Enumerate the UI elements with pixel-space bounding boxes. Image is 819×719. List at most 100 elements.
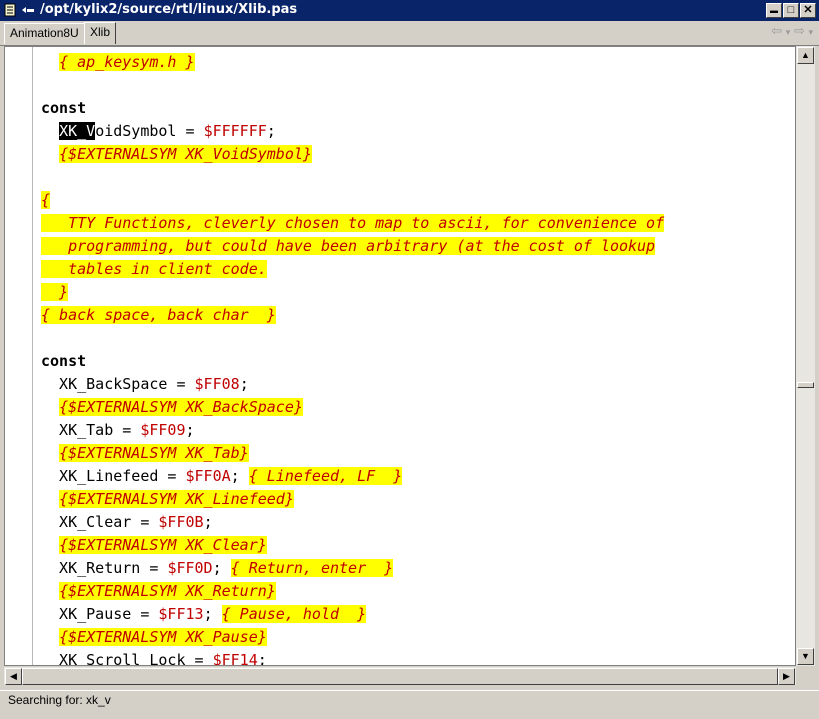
- code-line[interactable]: {: [41, 189, 664, 212]
- code-token: XK_Clear =: [41, 513, 159, 531]
- code-text[interactable]: { ap_keysym.h } const XK_VoidSymbol = $FF…: [41, 51, 665, 666]
- code-line[interactable]: XK_BackSpace = $FF08;: [41, 373, 664, 396]
- code-line[interactable]: XK_Scroll_Lock = $FF14;: [41, 649, 664, 666]
- horizontal-scroll-thumb[interactable]: [22, 668, 778, 685]
- code-comment: {$EXTERNALSYM XK_BackSpace}: [59, 398, 303, 416]
- tab-label: Animation8U: [10, 26, 79, 40]
- code-token: XK_Linefeed =: [41, 467, 186, 485]
- code-comment: { back space, back char }: [41, 306, 276, 324]
- code-comment: TTY Functions, cleverly chosen to map to…: [41, 214, 665, 232]
- status-bar: Searching for: xk_v: [0, 690, 819, 719]
- search-match: XK_V: [59, 122, 96, 140]
- code-token: ;: [257, 651, 267, 666]
- code-line[interactable]: {$EXTERNALSYM XK_Return}: [41, 580, 664, 603]
- code-number: $FFFFFF: [203, 122, 267, 140]
- vertical-scroll-thumb[interactable]: [797, 381, 814, 388]
- code-token: ;: [185, 421, 195, 439]
- code-editor[interactable]: { ap_keysym.h } const XK_VoidSymbol = $FF…: [4, 46, 796, 666]
- code-number: $FF0D: [167, 559, 213, 577]
- code-number: $FF08: [194, 375, 240, 393]
- code-number: $FF09: [140, 421, 186, 439]
- close-button[interactable]: ✕: [800, 3, 816, 18]
- code-line[interactable]: XK_Return = $FF0D; { Return, enter }: [41, 557, 664, 580]
- code-line[interactable]: {$EXTERNALSYM XK_Clear}: [41, 534, 664, 557]
- maximize-button[interactable]: □: [783, 3, 799, 18]
- code-line[interactable]: { ap_keysym.h }: [41, 51, 664, 74]
- code-line[interactable]: XK_Linefeed = $FF0A; { Linefeed, LF }: [41, 465, 664, 488]
- code-token: ;: [203, 605, 222, 623]
- code-comment: { Pause, hold }: [221, 605, 367, 623]
- code-comment: {$EXTERNALSYM XK_Tab}: [59, 444, 249, 462]
- forward-arrow-icon[interactable]: ⇨: [794, 23, 805, 38]
- code-comment: {$EXTERNALSYM XK_Return}: [59, 582, 276, 600]
- code-line[interactable]: {$EXTERNALSYM XK_Pause}: [41, 626, 664, 649]
- code-comment: }: [41, 283, 69, 301]
- tab-animation8u[interactable]: Animation8U: [4, 23, 85, 44]
- tab-label: Xlib: [90, 25, 111, 39]
- scroll-up-button[interactable]: ▲: [797, 47, 814, 64]
- code-number: $FF0A: [185, 467, 231, 485]
- status-text: Searching for: xk_v: [8, 693, 111, 707]
- editor-gutter[interactable]: [5, 47, 33, 665]
- code-line[interactable]: {$EXTERNALSYM XK_Tab}: [41, 442, 664, 465]
- window-menu-icon[interactable]: [20, 5, 36, 16]
- code-comment: {$EXTERNALSYM XK_Clear}: [59, 536, 267, 554]
- code-comment: {: [41, 191, 51, 209]
- minimize-icon: ▬: [770, 6, 778, 15]
- forward-dropdown-icon[interactable]: ▾: [808, 27, 813, 37]
- code-line[interactable]: XK_Tab = $FF09;: [41, 419, 664, 442]
- code-number: $FF13: [158, 605, 204, 623]
- code-token: XK_Tab =: [41, 421, 141, 439]
- scroll-down-button[interactable]: ▼: [797, 648, 814, 665]
- back-dropdown-icon[interactable]: ▾: [786, 27, 791, 37]
- back-arrow-icon[interactable]: ⇦: [771, 23, 782, 38]
- code-line[interactable]: programming, but could have been arbitra…: [41, 235, 664, 258]
- horizontal-scrollbar[interactable]: ◀ ▶: [4, 667, 796, 685]
- code-line[interactable]: XK_VoidSymbol = $FFFFFF;: [41, 120, 664, 143]
- code-token: XK_Scroll_Lock =: [41, 651, 213, 666]
- code-comment: { Linefeed, LF }: [248, 467, 403, 485]
- scroll-right-button[interactable]: ▶: [778, 668, 795, 685]
- history-nav: ⇦ ▾ ⇨ ▾: [771, 23, 813, 39]
- code-line[interactable]: }: [41, 281, 664, 304]
- minimize-button[interactable]: ▬: [766, 3, 782, 18]
- code-token: ;: [230, 467, 249, 485]
- code-keyword: const: [41, 352, 87, 370]
- code-line[interactable]: [41, 327, 664, 350]
- code-line[interactable]: {$EXTERNALSYM XK_BackSpace}: [41, 396, 664, 419]
- code-line[interactable]: const: [41, 350, 664, 373]
- code-line[interactable]: XK_Pause = $FF13; { Pause, hold }: [41, 603, 664, 626]
- code-line[interactable]: const: [41, 97, 664, 120]
- code-token: XK_BackSpace =: [41, 375, 195, 393]
- code-line[interactable]: tables in client code.: [41, 258, 664, 281]
- code-line[interactable]: [41, 166, 664, 189]
- code-line[interactable]: XK_Clear = $FF0B;: [41, 511, 664, 534]
- code-token: ;: [239, 375, 249, 393]
- code-line[interactable]: { back space, back char }: [41, 304, 664, 327]
- tab-xlib[interactable]: Xlib: [84, 22, 117, 44]
- code-token: XK_Pause =: [41, 605, 159, 623]
- scroll-left-icon: ◀: [10, 671, 17, 681]
- code-line[interactable]: TTY Functions, cleverly chosen to map to…: [41, 212, 665, 235]
- vertical-scrollbar[interactable]: ▲ ▼: [796, 46, 815, 666]
- code-line[interactable]: [41, 74, 664, 97]
- code-line[interactable]: {$EXTERNALSYM XK_VoidSymbol}: [41, 143, 664, 166]
- scroll-right-icon: ▶: [783, 671, 790, 681]
- code-comment: programming, but could have been arbitra…: [41, 237, 656, 255]
- code-number: $FF14: [212, 651, 258, 666]
- tab-bar: Animation8U Xlib: [0, 21, 819, 46]
- code-line[interactable]: {$EXTERNALSYM XK_Linefeed}: [41, 488, 664, 511]
- file-icon: [4, 3, 16, 17]
- title-bar[interactable]: /opt/kylix2/source/rtl/linux/Xlib.pas ▬ …: [0, 0, 819, 21]
- code-number: $FF0B: [158, 513, 204, 531]
- scroll-up-icon: ▲: [801, 50, 810, 60]
- scroll-left-button[interactable]: ◀: [5, 668, 22, 685]
- code-token: ;: [212, 559, 231, 577]
- code-keyword: const: [41, 99, 87, 117]
